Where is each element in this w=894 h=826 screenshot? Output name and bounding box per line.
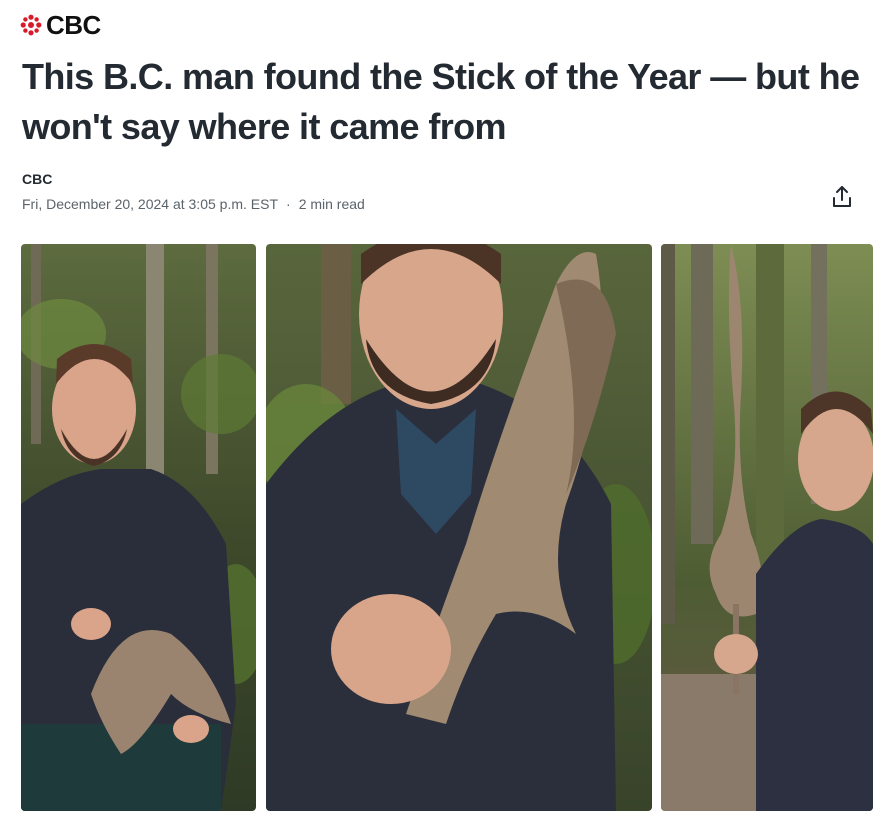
article-page: CBC This B.C. man found the Stick of the… [0, 0, 894, 826]
meta-separator: · [286, 196, 291, 212]
share-button[interactable] [826, 181, 858, 213]
publish-date: Fri, December 20, 2024 at 3:05 p.m. EST [22, 196, 279, 212]
photo-1[interactable] [21, 244, 256, 811]
article-meta: Fri, December 20, 2024 at 3:05 p.m. EST … [22, 196, 365, 212]
photo-2-image [266, 244, 652, 811]
photo-1-image [21, 244, 256, 811]
photo-gallery [21, 244, 873, 811]
cbc-logo[interactable]: CBC [20, 12, 101, 38]
photo-2[interactable] [266, 244, 652, 811]
author-name[interactable]: CBC [22, 171, 52, 187]
photo-3[interactable] [661, 244, 873, 811]
share-icon [833, 186, 851, 207]
read-time: 2 min read [298, 196, 365, 212]
cbc-gem-icon [20, 14, 42, 36]
photo-3-image [661, 244, 873, 811]
logo-text: CBC [46, 10, 101, 40]
page-title: This B.C. man found the Stick of the Yea… [22, 56, 860, 147]
